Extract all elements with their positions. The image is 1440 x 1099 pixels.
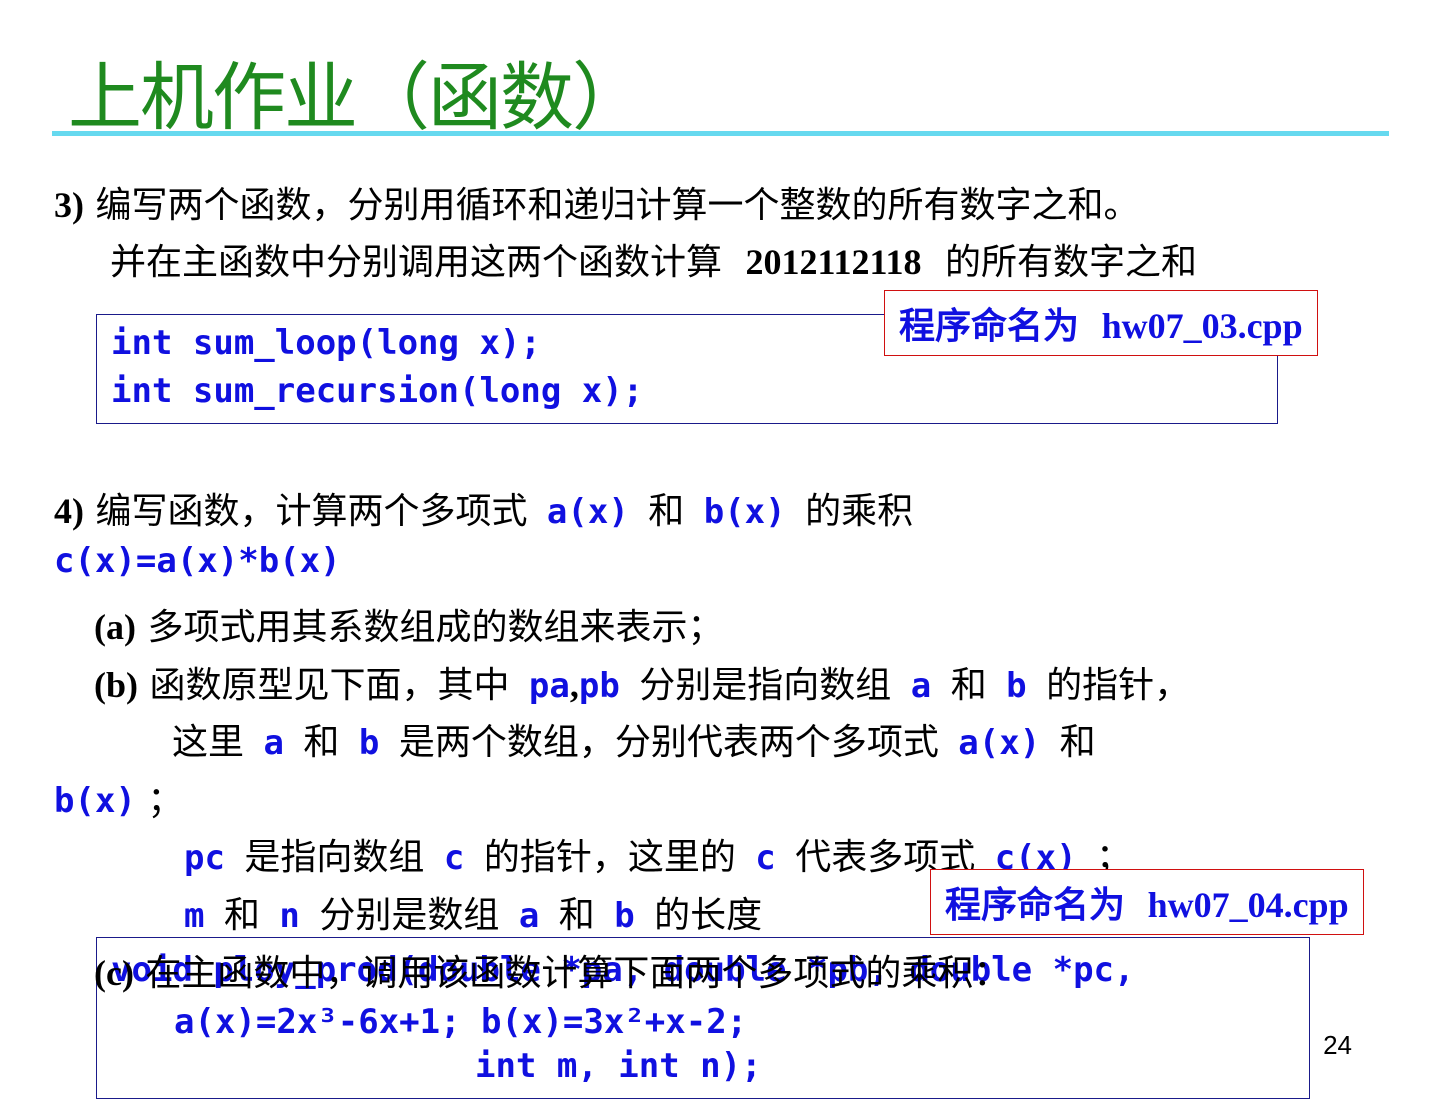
q4-filename-badge: 程序命名为 hw07_04.cpp [930, 869, 1364, 935]
q3-line2: 并在主函数中分别调用这两个函数计算 2012112118 的所有数字之和 [110, 233, 1197, 285]
title-divider [52, 131, 1389, 136]
q4-filename: hw07_04.cpp [1147, 885, 1349, 925]
q4-array-a: a [910, 666, 932, 706]
page-number: 24 [1323, 1030, 1352, 1060]
q4-b-number: (b) [94, 665, 138, 705]
q4-array-b: b [1006, 666, 1027, 706]
q4-item-b-line1: (b) 函数原型见下面，其中 pa,pb 分别是指向数组 a 和 b 的指针， [94, 656, 1190, 708]
q4-pc-text1: 是指向数组 [244, 837, 425, 878]
q3-code-line1: int sum_loop(long x); [111, 323, 541, 363]
q3-number-value: 2012112118 [745, 242, 922, 282]
q4-text1a: 编写函数，计算两个多项式 [95, 491, 528, 532]
q4-filename-label: 程序命名为 [945, 885, 1126, 926]
q4-ax2: a(x) [958, 723, 1041, 763]
q4-pc: pc [184, 838, 225, 878]
q4-c-number: (c) [94, 953, 134, 993]
q3-code-line2: int sum_recursion(long x); [111, 371, 644, 411]
q4-code-line2: int m, int n); [475, 1046, 762, 1086]
q4-n: n [279, 896, 300, 936]
q3-filename-label: 程序命名为 [899, 306, 1080, 347]
q4-and4: 和 [1059, 722, 1096, 763]
q3-number: 3) [54, 185, 84, 225]
q4-m: m [184, 896, 205, 936]
q4-ax: a(x) [546, 492, 629, 532]
q4-item-b-line3: b(x) ； [54, 771, 183, 823]
q4-pb: pb [578, 666, 620, 706]
q4-pc-text2: 的指针，这里的 [483, 837, 736, 878]
q4-array-a2: a [263, 723, 284, 763]
q4-poly-formula: a(x)=2x³-6x+1; b(x)=3x²+x-2; [174, 1002, 748, 1042]
q4-a-number: (a) [94, 607, 136, 647]
q4-bx: b(x) [703, 492, 786, 532]
q4-mn-text2: 的长度 [654, 895, 763, 936]
q4-semicolon1: ； [147, 780, 184, 821]
q4-cx-formula: c(x)=a(x)*b(x) [54, 541, 341, 581]
q4-item-b-line2: 这里 a 和 b 是两个数组，分别代表两个多项式 a(x) 和 [172, 713, 1096, 765]
q4-array-a3: a [518, 896, 540, 936]
q4-text1b: 的乘积 [805, 491, 914, 532]
q4-array-b3: b [614, 896, 635, 936]
q4-mn-text1: 分别是数组 [319, 895, 500, 936]
q4-number: 4) [54, 491, 84, 531]
q4-bx2: b(x) [54, 781, 136, 821]
q3-filename: hw07_03.cpp [1101, 306, 1303, 346]
q4-b-text3: 的指针， [1046, 665, 1191, 706]
q4-and1: 和 [648, 491, 685, 532]
q4-c-text: 在主函数中，调用该函数计算下面两个多项式的乘积： [145, 953, 1010, 994]
q4-and3: 和 [303, 722, 340, 763]
page-title: 上机作业（函数） [68, 55, 646, 141]
q3-text2b: 的所有数字之和 [944, 242, 1197, 283]
q4-comma: , [569, 665, 579, 705]
q4-item-c: (c) 在主函数中，调用该函数计算下面两个多项式的乘积： [94, 944, 1009, 996]
q4-item-a: (a) 多项式用其系数组成的数组来表示； [94, 598, 723, 650]
q3-text1: 编写两个函数，分别用循环和递归计算一个整数的所有数字之和。 [95, 185, 1140, 226]
q4-b-text1: 函数原型见下面，其中 [149, 665, 510, 706]
q4-a-text: 多项式用其系数组成的数组来表示； [147, 607, 724, 648]
q4-b-text5: 是两个数组，分别代表两个多项式 [398, 722, 939, 763]
q3-line1: 3) 编写两个函数，分别用循环和递归计算一个整数的所有数字之和。 [54, 176, 1139, 228]
q4-line1: 4) 编写函数，计算两个多项式 a(x) 和 b(x) 的乘积 [54, 482, 913, 534]
q3-text2a: 并在主函数中分别调用这两个函数计算 [110, 242, 723, 283]
q4-and2: 和 [950, 665, 987, 706]
q4-and5: 和 [223, 895, 260, 936]
q4-array-c: c [443, 838, 465, 878]
q4-b-text4: 这里 [172, 722, 245, 763]
q4-b-text2: 分别是指向数组 [639, 665, 892, 706]
q4-array-b2: b [358, 723, 380, 763]
q4-array-c2: c [755, 838, 776, 878]
q4-pa: pa [528, 666, 570, 706]
q3-filename-badge: 程序命名为 hw07_03.cpp [884, 290, 1318, 356]
q4-and6: 和 [558, 895, 595, 936]
q4-mn-line: m 和 n 分别是数组 a 和 b 的长度 [184, 886, 762, 938]
